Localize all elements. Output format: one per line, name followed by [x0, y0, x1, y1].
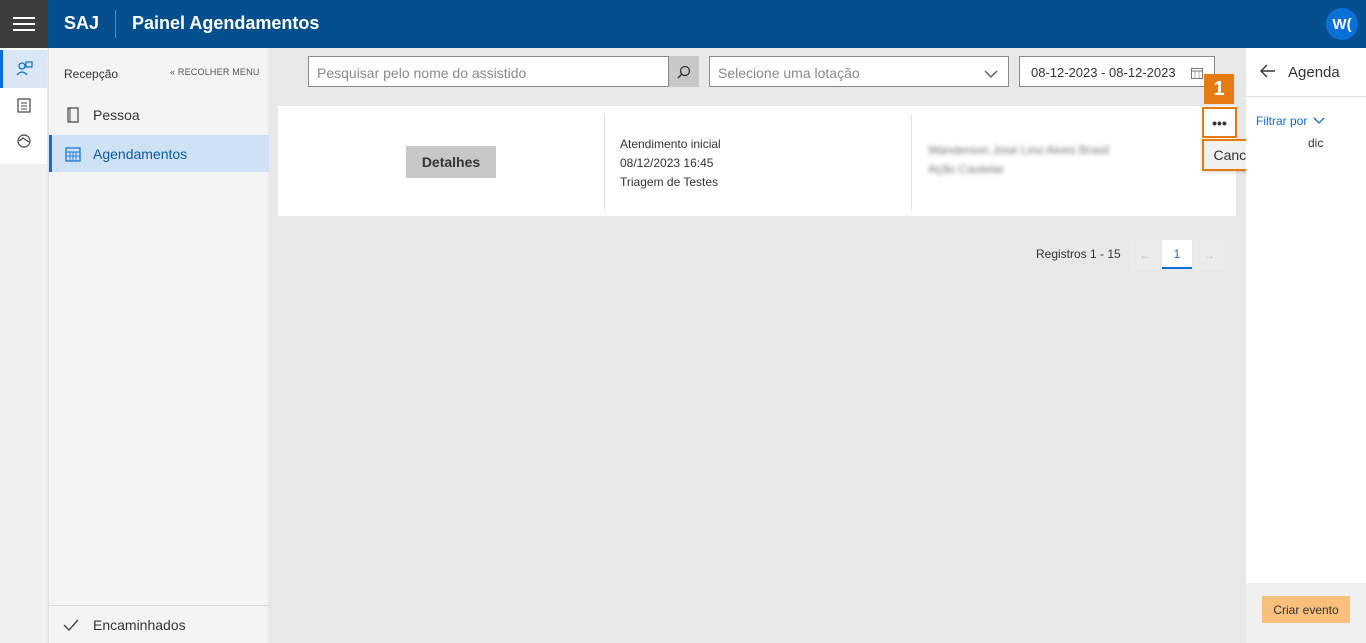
book-icon — [65, 106, 81, 123]
top-bar: SAJ Painel Agendamentos W( — [0, 0, 1366, 48]
menu-item-label: Agendamentos — [93, 145, 188, 162]
lotacao-select[interactable]: Selecione uma lotação — [709, 56, 1009, 87]
user-avatar[interactable]: W( — [1326, 8, 1358, 40]
search-input[interactable]: Pesquisar pelo nome do assistido — [308, 56, 669, 87]
agenda-panel: Agenda Filtrar por dic Criar evento — [1246, 48, 1366, 643]
more-options-button[interactable]: ••• — [1202, 107, 1237, 138]
check-icon — [63, 618, 79, 632]
appointment-location: Triagem de Testes — [620, 175, 719, 189]
brand-divider — [115, 10, 116, 38]
appointment-type: Atendimento inicial — [620, 137, 721, 151]
menu-item-label: Encaminhados — [93, 616, 186, 633]
date-range-input[interactable]: 08-12-2023 - 08-12-2023 — [1019, 56, 1215, 87]
appointment-datetime: 08/12/2023 16:45 — [620, 156, 714, 170]
menu-section-title: Recepção — [64, 67, 119, 81]
calendar-icon — [65, 146, 81, 162]
agenda-footer: Criar evento — [1246, 583, 1366, 643]
handshake-nav-icon[interactable] — [0, 122, 47, 160]
brand-logo[interactable]: SAJ — [64, 13, 99, 34]
create-event-button[interactable]: Criar evento — [1262, 596, 1350, 623]
filter-by-dropdown[interactable]: Filtrar por — [1256, 114, 1325, 128]
search-button[interactable] — [669, 56, 699, 87]
collapse-menu-button[interactable]: « RECOLHER MENU — [170, 67, 260, 77]
menu-item-encaminhados[interactable]: Encaminhados — [49, 605, 269, 643]
rail-background — [0, 164, 47, 643]
next-page-button[interactable]: → — [1194, 240, 1224, 269]
filter-label: Filtrar por — [1256, 114, 1308, 128]
page-title: Painel Agendamentos — [132, 13, 320, 33]
date-range-value: 08-12-2023 - 08-12-2023 — [1031, 65, 1176, 80]
menu-item-pessoa[interactable]: Pessoa — [49, 96, 269, 133]
card-divider — [911, 114, 912, 210]
reception-nav-icon[interactable] — [0, 50, 47, 88]
prev-page-button[interactable]: ← — [1130, 240, 1160, 269]
menu-item-agendamentos[interactable]: Agendamentos — [49, 135, 269, 172]
records-count: Registros 1 - 15 — [1036, 247, 1121, 261]
page-number-button[interactable]: 1 — [1162, 240, 1192, 269]
card-divider — [604, 114, 605, 210]
clipboard-nav-icon[interactable] — [0, 86, 47, 124]
appointment-info: Atendimento inicial 08/12/2023 16:45 Tri… — [620, 135, 721, 192]
hamburger-menu-icon[interactable] — [0, 0, 48, 48]
lotacao-placeholder: Selecione uma lotação — [718, 65, 860, 81]
details-button[interactable]: Detalhes — [406, 146, 496, 178]
person-subject: Ação Cautelar — [928, 162, 1005, 176]
chevron-down-icon — [984, 66, 998, 82]
person-name: Wanderson José Lino Alves Brasil — [928, 143, 1109, 157]
agenda-header: Agenda — [1246, 48, 1366, 97]
person-info: Wanderson José Lino Alves Brasil Ação Ca… — [928, 141, 1109, 179]
chevron-down-icon — [1313, 114, 1325, 128]
search-icon — [677, 65, 691, 78]
back-arrow-icon[interactable] — [1260, 64, 1276, 83]
side-menu: Recepção « RECOLHER MENU Pessoa Agendame… — [48, 48, 269, 643]
step-badge-1: 1 — [1204, 74, 1234, 104]
menu-item-label: Pessoa — [93, 106, 140, 123]
filter-option-text: dic — [1308, 136, 1324, 150]
calendar-icon — [1191, 67, 1203, 82]
appointment-card: Detalhes Atendimento inicial 08/12/2023 … — [278, 106, 1236, 216]
agenda-title: Agenda — [1288, 64, 1340, 81]
